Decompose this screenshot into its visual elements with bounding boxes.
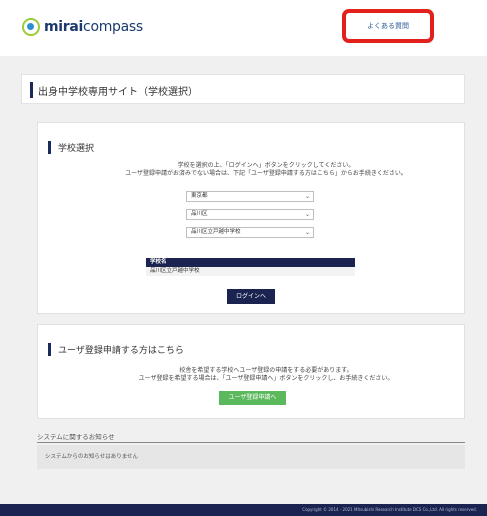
school-name-select[interactable]: 品川区立戸越中学校 ⌄ <box>186 227 314 238</box>
user-registration-instruction: 校舎を希望する学校へユーザ登録の申請をする必要があります。 ユーザ登録を希望する… <box>138 367 394 382</box>
section-accent-bar <box>48 343 51 356</box>
faq-link[interactable]: よくある質問 <box>367 21 409 31</box>
school-select-panel: 学校選択 学校を選択の上、「ログインへ」ボタンをクリックしてください。 ユーザ登… <box>37 122 465 314</box>
city-select[interactable]: 品川区 ⌄ <box>186 209 314 220</box>
logo-text: miraicompass <box>44 19 143 35</box>
system-notice-title: システムに関するお知らせ <box>37 431 465 443</box>
logo-mark-icon <box>22 18 40 36</box>
chevron-down-icon: ⌄ <box>304 193 310 200</box>
user-registration-heading: ユーザ登録申請する方はこちら <box>48 343 184 356</box>
footer: Copyright © 2014 - 2021 Mitsubishi Resea… <box>0 504 487 516</box>
prefecture-select[interactable]: 東京都 ⌄ <box>186 191 314 202</box>
app-header: miraicompass よくある質問 <box>0 0 487 57</box>
school-select-instruction: 学校を選択の上、「ログインへ」ボタンをクリックしてください。 ユーザ登録申請がお… <box>125 162 407 177</box>
page-body: 出身中学校専用サイト（学校選択） 学校選択 学校を選択の上、「ログインへ」ボタン… <box>0 56 487 504</box>
user-registration-button[interactable]: ユーザ登録申請へ <box>219 391 286 405</box>
school-select-heading: 学校選択 <box>48 141 94 154</box>
page-title-bar: 出身中学校専用サイト（学校選択） <box>21 74 465 104</box>
selected-school-name: 品川区立戸越中学校 <box>146 267 355 276</box>
chevron-down-icon: ⌄ <box>304 229 310 236</box>
user-registration-panel: ユーザ登録申請する方はこちら 校舎を希望する学校へユーザ登録の申請をする必要があ… <box>37 324 465 419</box>
miraicompass-logo[interactable]: miraicompass <box>22 18 143 36</box>
copyright-text: Copyright © 2014 - 2021 Mitsubishi Resea… <box>302 507 477 512</box>
login-button[interactable]: ログインへ <box>227 289 275 304</box>
chevron-down-icon: ⌄ <box>304 211 310 218</box>
page-title: 出身中学校専用サイト（学校選択） <box>38 87 198 98</box>
selected-school-header: 学校名 <box>146 258 355 267</box>
section-accent-bar <box>48 141 51 154</box>
system-notice-message: システムからのお知らせはありません <box>37 445 465 469</box>
faq-link-highlight[interactable]: よくある質問 <box>342 9 434 43</box>
title-accent-bar <box>30 82 33 98</box>
